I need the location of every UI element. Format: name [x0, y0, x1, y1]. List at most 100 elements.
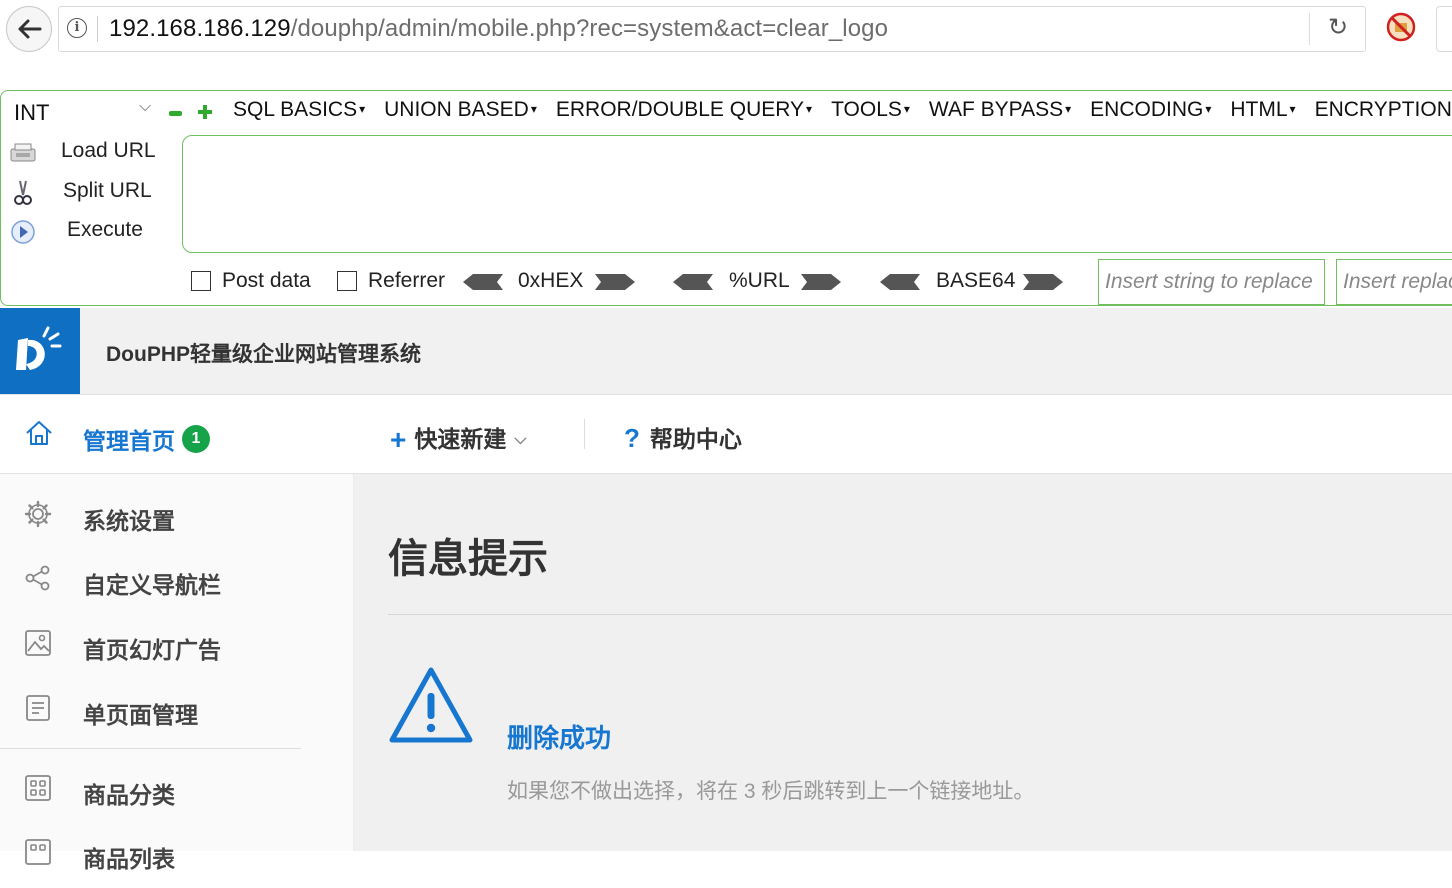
hackbar-panel: INT ⌵ SQL BASICS ▾ UNION BASED ▾ ERROR/DOU…	[0, 90, 1452, 306]
help-center-label: 帮助中心	[649, 426, 742, 452]
page-title: 信息提示	[388, 537, 548, 581]
plus-icon: +	[390, 424, 407, 455]
document-icon	[26, 695, 50, 721]
url-separator	[97, 16, 98, 42]
plus-icon[interactable]	[197, 104, 213, 120]
warning-icon	[389, 667, 473, 743]
execute-play-icon	[11, 220, 35, 244]
site-title: DouPHP轻量级企业网站管理系统	[106, 343, 421, 366]
referrer-label: Referrer	[368, 269, 446, 292]
sidebar-divider	[0, 748, 301, 749]
base64-encode-arrow-icon[interactable]	[1023, 274, 1063, 290]
share-icon	[25, 565, 50, 591]
minus-icon[interactable]	[169, 111, 182, 116]
dropdown-arrow-icon: ▾	[903, 102, 910, 116]
load-url-label: Load URL	[61, 139, 156, 162]
url-path: /douphp/admin/mobile.php?rec=system&act=…	[290, 15, 889, 42]
url-decode-arrow-icon[interactable]	[673, 274, 713, 290]
hex-decode-arrow-icon[interactable]	[463, 274, 503, 290]
menu-label: ENCRYPTION	[1314, 98, 1452, 121]
menu-label: WAF BYPASS	[928, 98, 1064, 121]
sidebar-item-label: 系统设置	[83, 508, 175, 534]
sidebar-item-product-categories[interactable]: 商品分类	[0, 760, 353, 824]
site-info-icon[interactable]: i	[67, 18, 87, 38]
question-icon: ?	[624, 423, 640, 453]
help-center-link[interactable]: ? 帮助中心	[624, 420, 742, 454]
menu-encoding[interactable]: ENCODING ▾	[1090, 98, 1211, 122]
message-title: 删除成功	[507, 723, 612, 753]
image-icon	[25, 630, 51, 656]
referrer-checkbox[interactable]	[337, 271, 357, 291]
admin-topnav: 管理首页 1 + 快速新建 ⌵ ? 帮助中心	[0, 395, 1452, 474]
dropdown-arrow-icon: ▾	[806, 102, 813, 116]
injection-type-select[interactable]: INT ⌵	[11, 95, 161, 129]
quick-new-label: 快速新建	[414, 426, 507, 452]
chevron-down-icon: ⌵	[139, 98, 152, 115]
chevron-down-icon: ⌵	[514, 431, 527, 448]
quick-new-menu[interactable]: + 快速新建 ⌵	[390, 420, 527, 456]
url-textarea[interactable]	[182, 135, 1452, 253]
url-encode-arrow-icon[interactable]	[801, 274, 841, 290]
sidebar-item-product-list[interactable]: 商品列表	[0, 824, 353, 888]
sidebar-item-label: 商品分类	[83, 782, 175, 808]
menu-label: ERROR/DOUBLE QUERY	[555, 98, 805, 121]
noscript-blocked-icon[interactable]	[1386, 12, 1416, 42]
menu-label: TOOLS	[831, 98, 902, 121]
main-content: 信息提示 删除成功 如果您不做出选择，将在 3 秒后跳转到上一个链接地址。	[354, 474, 1452, 851]
sidebar: 系统设置 自定义导航栏 首页幻灯广告 单页面管理 商品分类 商品列表	[0, 474, 354, 872]
load-url-button[interactable]: Load URL	[9, 135, 179, 171]
sidebar-item-label: 单页面管理	[83, 702, 198, 728]
sidebar-item-label: 商品列表	[83, 846, 175, 872]
browser-toolbar: i 192.168.186.129/douphp/admin/mobile.ph…	[0, 0, 1452, 58]
dropdown-arrow-icon: ▾	[1205, 102, 1212, 116]
execute-button[interactable]: Execute	[9, 214, 179, 250]
post-data-checkbox[interactable]	[191, 271, 211, 291]
menu-label: ENCODING	[1090, 98, 1204, 121]
hex-encode-arrow-icon[interactable]	[595, 274, 635, 290]
menu-label: SQL BASICS	[233, 98, 358, 121]
menu-sql-basics[interactable]: SQL BASICS ▾	[233, 98, 365, 122]
split-url-button[interactable]: Split URL	[9, 175, 179, 211]
replace-to-input[interactable]: Insert replacing string	[1336, 259, 1452, 305]
menu-encryption[interactable]: ENCRYPTION▾	[1315, 98, 1452, 122]
replace-from-input[interactable]: Insert string to replace	[1098, 259, 1325, 305]
next-control-fragment[interactable]	[1436, 6, 1452, 52]
sidebar-item-system-settings[interactable]: 系统设置	[0, 486, 353, 550]
reload-icon[interactable]: ↻	[1323, 13, 1353, 43]
scissors-icon	[14, 180, 32, 205]
sidebar-item-label: 自定义导航栏	[83, 572, 221, 598]
menu-tools[interactable]: TOOLS ▾	[831, 98, 910, 122]
logo[interactable]	[0, 308, 80, 394]
base64-label: BASE64	[936, 269, 1016, 292]
sidebar-item-single-pages[interactable]: 单页面管理	[0, 680, 353, 744]
dropdown-arrow-icon: ▾	[359, 102, 366, 116]
menu-html[interactable]: HTML ▾	[1230, 98, 1295, 122]
gear-icon	[24, 500, 52, 528]
menu-waf-bypass[interactable]: WAF BYPASS ▾	[929, 98, 1071, 122]
home-icon	[26, 421, 52, 445]
grid-icon	[25, 775, 51, 801]
load-url-icon	[10, 143, 36, 162]
address-bar[interactable]: i 192.168.186.129/douphp/admin/mobile.ph…	[58, 6, 1366, 52]
base64-decode-arrow-icon[interactable]	[880, 274, 920, 290]
notification-badge: 1	[182, 425, 210, 453]
sidebar-item-custom-nav[interactable]: 自定义导航栏	[0, 550, 353, 614]
url-text[interactable]: 192.168.186.129/douphp/admin/mobile.php?…	[109, 15, 888, 43]
back-button[interactable]	[6, 6, 52, 52]
admin-home-link[interactable]: 管理首页 1	[0, 395, 353, 473]
dropdown-arrow-icon: ▾	[1065, 102, 1072, 116]
post-data-label: Post data	[222, 269, 311, 292]
sidebar-item-home-slides[interactable]: 首页幻灯广告	[0, 615, 353, 679]
nav-separator	[584, 419, 585, 449]
dropdown-arrow-icon: ▾	[530, 102, 537, 116]
hackbar-menu: SQL BASICS ▾ UNION BASED ▾ ERROR/DOUBLE QU…	[233, 98, 1452, 122]
message-text: 如果您不做出选择，将在 3 秒后跳转到上一个链接地址。	[507, 780, 1035, 803]
menu-label: UNION BASED	[384, 98, 529, 121]
menu-error-double-query[interactable]: ERROR/DOUBLE QUERY ▾	[556, 98, 812, 122]
douphp-logo-icon	[16, 326, 62, 370]
execute-label: Execute	[67, 218, 143, 241]
split-url-label: Split URL	[63, 179, 152, 202]
menu-label: HTML	[1230, 98, 1288, 121]
home-label: 管理首页	[83, 428, 175, 454]
menu-union-based[interactable]: UNION BASED ▾	[384, 98, 537, 122]
